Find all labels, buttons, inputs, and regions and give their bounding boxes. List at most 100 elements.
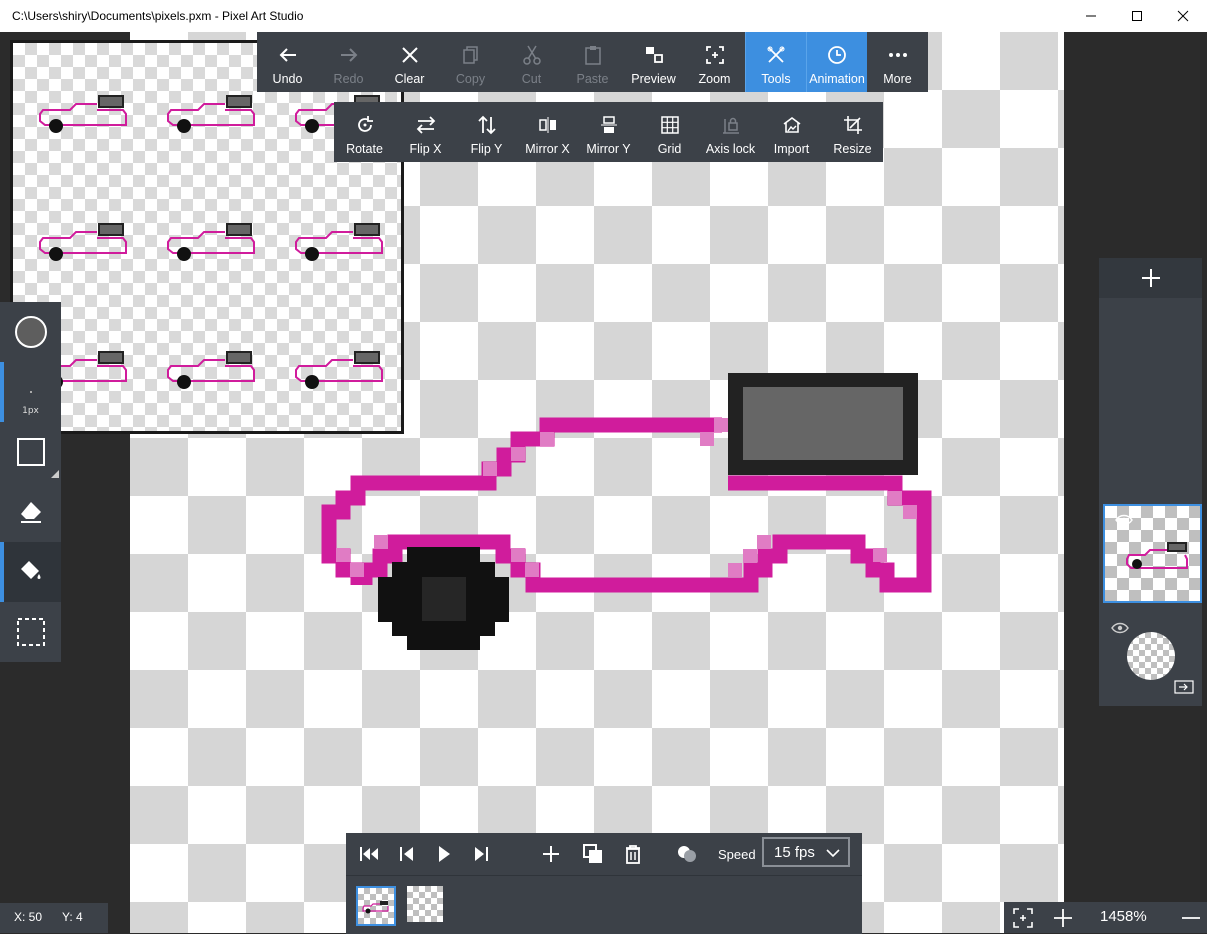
play-icon[interactable] <box>432 842 456 866</box>
close-icon <box>1177 10 1189 22</box>
resize-icon <box>843 116 862 134</box>
rotate-button[interactable]: Rotate <box>334 102 395 162</box>
mirror-x-button[interactable]: Mirror X <box>517 102 578 162</box>
more-icon <box>888 53 907 57</box>
minimize-button[interactable] <box>1068 0 1114 32</box>
clear-button[interactable]: Clear <box>379 32 440 92</box>
previous-frame-icon[interactable] <box>396 842 420 866</box>
copy-button[interactable]: Copy <box>440 32 501 92</box>
plus-icon <box>1141 269 1160 287</box>
animation-controls: Speed 15 fps <box>346 833 862 875</box>
close-window-button[interactable] <box>1160 0 1206 32</box>
color-swatch-icon <box>14 316 47 348</box>
tools-icon <box>767 46 785 63</box>
fps-value: 15 fps <box>774 843 815 861</box>
flip-x-icon <box>416 116 435 134</box>
select-tool-button[interactable] <box>0 602 61 662</box>
eye-icon[interactable] <box>1111 622 1129 634</box>
mirror-y-button[interactable]: Mirror Y <box>578 102 639 162</box>
status-bar: X: 50 Y: 4 <box>0 903 108 933</box>
paste-icon <box>584 46 601 65</box>
onion-skin-icon[interactable] <box>675 842 699 866</box>
chevron-down-icon <box>826 849 840 858</box>
clock-icon <box>828 46 846 64</box>
duplicate-frame-icon[interactable] <box>581 842 605 866</box>
zoom-button[interactable]: Zoom <box>684 32 745 92</box>
left-toolbar: 1px <box>0 302 61 662</box>
cursor-x: X: 50 <box>14 910 43 924</box>
paste-button[interactable]: Paste <box>562 32 623 92</box>
color-picker-button[interactable] <box>0 302 61 362</box>
fit-screen-icon[interactable] <box>1012 907 1034 929</box>
axis-lock-button[interactable]: Axis lock <box>700 102 761 162</box>
minimize-icon <box>1086 15 1096 17</box>
first-frame-icon[interactable] <box>358 842 382 866</box>
main-toolbar: Undo Redo Clear Copy Cut Paste Preview Z… <box>257 32 928 92</box>
preview-icon <box>645 47 663 63</box>
layer-merge-icon[interactable] <box>1174 680 1194 694</box>
animation-button[interactable]: Animation <box>806 32 867 92</box>
animation-panel: Speed 15 fps <box>346 833 862 934</box>
undo-button[interactable]: Undo <box>257 32 318 92</box>
preview-button[interactable]: Preview <box>623 32 684 92</box>
zoom-icon <box>705 46 724 64</box>
grid-icon <box>660 116 679 134</box>
flip-x-button[interactable]: Flip X <box>395 102 456 162</box>
cursor-y: Y: 4 <box>62 910 83 924</box>
marquee-icon <box>16 618 45 646</box>
rotate-icon <box>357 116 373 132</box>
window-title: C:\Users\shiry\Documents\pixels.pxm - Pi… <box>12 9 304 23</box>
grid-button[interactable]: Grid <box>639 102 700 162</box>
import-button[interactable]: Import <box>761 102 822 162</box>
mirror-y-icon <box>600 116 617 133</box>
resize-button[interactable]: Resize <box>822 102 883 162</box>
paint-bucket-icon <box>20 561 40 579</box>
add-frame-icon[interactable] <box>539 842 563 866</box>
frame-strip <box>346 875 862 934</box>
zoom-level: 1458% <box>1100 908 1147 925</box>
zoom-bar: 1458% <box>1004 902 1207 933</box>
shape-tool-button[interactable] <box>0 422 61 482</box>
next-frame-icon[interactable] <box>468 842 492 866</box>
title-bar: C:\Users\shiry\Documents\pixels.pxm - Pi… <box>0 0 1207 32</box>
mirror-x-icon <box>538 117 556 133</box>
corner-arrow-icon <box>51 470 59 478</box>
speed-label: Speed <box>718 847 756 862</box>
eraser-icon <box>20 502 41 523</box>
tools-toolbar: Rotate Flip X Flip Y Mirror X Mirror Y G… <box>334 102 883 162</box>
more-button[interactable]: More <box>867 32 928 92</box>
maximize-button[interactable] <box>1114 0 1160 32</box>
arrow-right-icon <box>340 48 357 62</box>
axis-lock-icon <box>722 117 739 134</box>
maximize-icon <box>1132 11 1142 21</box>
frame-thumbnail-1[interactable] <box>356 886 396 926</box>
brush-size-label: 1px <box>22 406 39 416</box>
cut-button[interactable]: Cut <box>501 32 562 92</box>
flip-y-icon <box>477 115 496 135</box>
frame-thumbnail-2[interactable] <box>407 886 443 922</box>
brush-dot-icon <box>29 391 32 393</box>
zoom-out-icon[interactable] <box>1180 907 1202 929</box>
tools-button[interactable]: Tools <box>745 32 806 92</box>
tile-preview-panel[interactable] <box>10 40 404 434</box>
eye-icon[interactable] <box>1115 514 1133 526</box>
import-icon <box>783 117 800 133</box>
redo-button[interactable]: Redo <box>318 32 379 92</box>
flip-y-button[interactable]: Flip Y <box>456 102 517 162</box>
delete-frame-icon[interactable] <box>621 842 645 866</box>
fps-dropdown[interactable]: 15 fps <box>762 837 850 867</box>
eraser-tool-button[interactable] <box>0 482 61 542</box>
zoom-in-icon[interactable] <box>1052 907 1074 929</box>
layers-panel <box>1099 258 1202 706</box>
layer-thumbnail-background[interactable] <box>1127 632 1175 680</box>
scissors-icon <box>522 45 541 65</box>
brush-size-button[interactable]: 1px <box>0 362 61 422</box>
arrow-left-icon <box>279 48 296 62</box>
close-icon <box>401 47 418 63</box>
frame-car-preview <box>362 901 389 914</box>
fill-tool-button[interactable] <box>0 542 61 602</box>
rectangle-icon <box>16 438 45 466</box>
add-layer-button[interactable] <box>1099 258 1202 298</box>
copy-icon <box>462 46 478 64</box>
layer-thumbnail-active[interactable] <box>1103 504 1202 603</box>
